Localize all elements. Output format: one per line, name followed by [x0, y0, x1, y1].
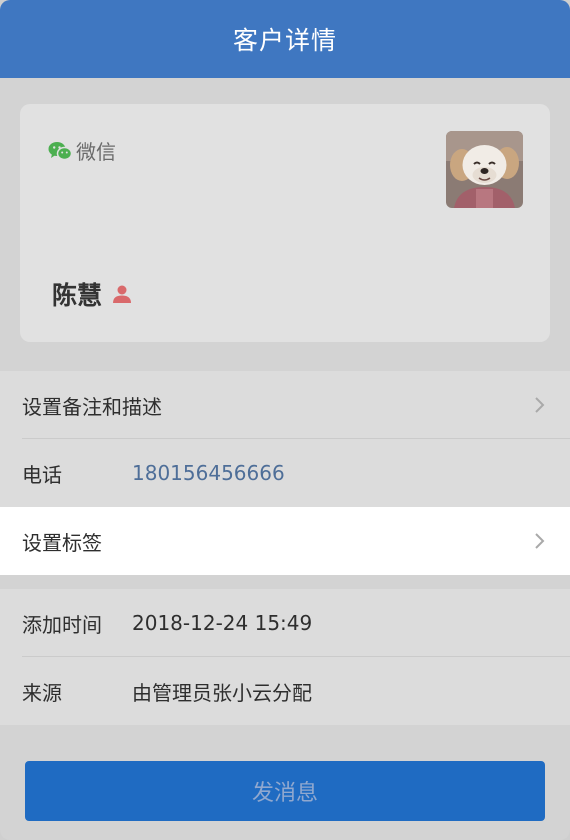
phone-row: 电话 180156456666: [0, 439, 570, 507]
remark-row[interactable]: 设置备注和描述: [0, 371, 570, 439]
remark-label: 设置备注和描述: [22, 394, 162, 419]
customer-name: 陈慧: [52, 281, 103, 310]
source-label: 微信: [76, 140, 116, 164]
customer-detail-screen: 客户详情 微信 陈慧 设置备注和描述 电话 180156456666 设置标签 …: [0, 0, 570, 840]
added-time-label: 添加时间: [22, 612, 102, 637]
meta-list: 添加时间 2018-12-24 15:49 来源 由管理员张小云分配: [0, 589, 570, 725]
chevron-right-icon: [535, 397, 545, 413]
source-row-value: 由管理员张小云分配: [132, 680, 312, 705]
phone-link[interactable]: 180156456666: [132, 461, 285, 485]
avatar[interactable]: [446, 131, 523, 208]
added-time-row: 添加时间 2018-12-24 15:49: [0, 589, 570, 657]
info-list: 设置备注和描述 电话 180156456666 设置标签: [0, 371, 570, 575]
page-title: 客户详情: [232, 26, 337, 55]
wechat-icon: [48, 141, 72, 160]
added-time-value: 2018-12-24 15:49: [132, 611, 313, 635]
source-badge: 微信: [48, 136, 116, 165]
customer-name-row: 陈慧: [52, 276, 132, 312]
customer-card: 微信 陈慧: [20, 104, 550, 342]
phone-label: 电话: [22, 462, 62, 487]
send-message-button[interactable]: 发消息: [25, 761, 545, 821]
dog-photo-avatar-icon: [446, 131, 523, 208]
source-row: 来源 由管理员张小云分配: [0, 657, 570, 725]
nav-header: 客户详情: [0, 0, 570, 78]
tag-row[interactable]: 设置标签: [0, 507, 570, 575]
tag-label: 设置标签: [22, 530, 102, 555]
chevron-right-icon: [535, 533, 545, 549]
source-row-label: 来源: [22, 680, 62, 705]
person-icon: [113, 285, 132, 303]
